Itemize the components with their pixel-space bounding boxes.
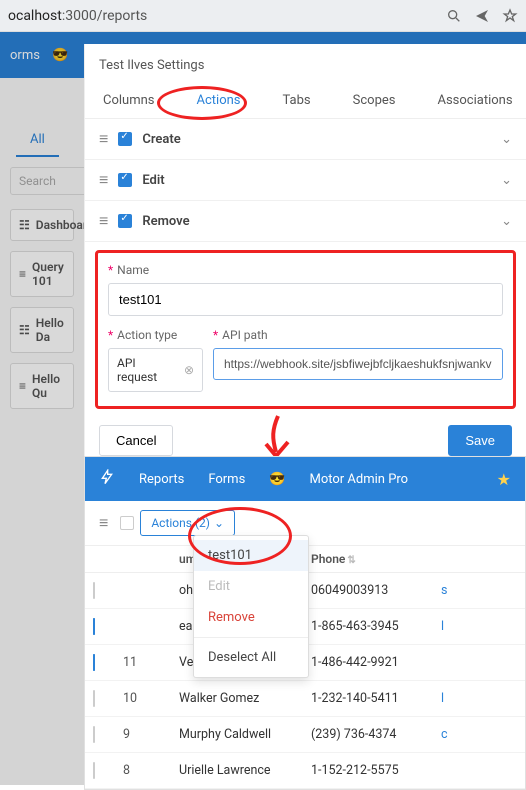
action-edit-row[interactable]: ≡ Edit ⌄ [85,160,526,201]
row-id: 11 [123,655,179,670]
clear-icon[interactable]: ⊗ [184,363,194,377]
checkbox-create[interactable] [118,132,132,146]
row-id: 9 [123,727,179,742]
row-checkbox[interactable] [93,690,95,707]
tab-tabs[interactable]: Tabs [279,83,315,118]
star-icon[interactable] [502,8,518,24]
name-label: *Name [108,263,503,277]
send-icon[interactable] [474,8,490,24]
star-filled-icon[interactable]: ★ [497,470,511,489]
row-checkbox[interactable] [93,762,95,779]
save-button[interactable]: Save [448,425,512,456]
nav-forms[interactable]: Forms [208,472,245,487]
table-row[interactable]: 10Walker Gomez1-232-140-5411l [85,681,525,717]
action-type-select[interactable]: API request ⊗ [108,348,203,392]
checkbox-edit[interactable] [118,173,132,187]
row-checkbox[interactable] [93,618,95,635]
url-host: ocalhost [8,8,62,24]
row-name: Walker Gomez [179,691,311,706]
browser-url-bar: ocalhost:3000/reports [0,0,526,32]
row-phone: 1-152-212-5575 [311,763,441,778]
drag-icon[interactable]: ≡ [99,170,108,190]
zoom-icon[interactable] [446,8,462,24]
name-input[interactable] [108,283,503,316]
tab-associations[interactable]: Associations [433,83,516,118]
row-id: 10 [123,691,179,706]
drag-icon[interactable]: ≡ [99,129,108,149]
select-all-checkbox[interactable] [120,516,134,530]
row-phone: 1-865-463-3945 [311,619,441,634]
chevron-down-icon[interactable]: ⌄ [501,132,512,147]
cancel-button[interactable]: Cancel [99,425,173,456]
row-name: Urielle Lawrence [179,763,311,778]
api-path-input[interactable] [213,348,503,380]
result-page: Reports Forms 😎 Motor Admin Pro ★ ≡ Acti… [84,456,526,790]
row-id: 8 [123,763,179,778]
nav-pro[interactable]: Motor Admin Pro [309,472,408,487]
nav-reports[interactable]: Reports [139,472,184,487]
topnav: Reports Forms 😎 Motor Admin Pro ★ [85,457,525,501]
drag-icon[interactable]: ≡ [99,211,108,231]
checkbox-remove[interactable] [118,214,132,228]
hamburger-icon[interactable]: ≡ [93,509,114,537]
row-checkbox[interactable] [93,582,95,599]
action-form: *Name *Action type API request ⊗ *API pa… [95,250,516,409]
table-row[interactable]: 8Urielle Lawrence1-152-212-5575 [85,753,525,789]
dropdown-item-remove[interactable]: Remove [194,602,308,633]
row-name: Murphy Caldwell [179,727,311,742]
tab-columns[interactable]: Columns [99,83,159,118]
tab-actions[interactable]: Actions [193,83,245,118]
bolt-icon[interactable] [99,469,115,489]
actions-dropdown-menu: test101 Edit Remove Deselect All [193,535,309,678]
sort-icon[interactable]: ⇅ [347,555,355,566]
modal-title: Test Ilves Settings [85,44,526,83]
table-row[interactable]: 9Murphy Caldwell(239) 736-4374c [85,717,525,753]
chevron-down-icon[interactable]: ⌄ [501,173,512,188]
action-remove-row[interactable]: ≡ Remove ⌄ [85,201,526,242]
dropdown-item-test101[interactable]: test101 [194,540,308,571]
row-phone: 1-232-140-5411 [311,691,441,706]
action-create-row[interactable]: ≡ Create ⌄ [85,119,526,160]
row-link[interactable]: s [441,583,517,598]
action-type-label: *Action type [108,328,203,342]
row-phone: (239) 736-4374 [311,727,441,742]
actions-dropdown-button[interactable]: Actions (2)⌄ [140,510,235,536]
row-link[interactable]: c [441,727,517,742]
chevron-down-icon: ⌄ [214,516,224,530]
emoji-icon: 😎 [269,472,285,487]
settings-modal: Test Ilves Settings Columns Actions Tabs… [84,44,526,474]
table-toolbar: ≡ Actions (2)⌄ test101 Edit Remove Desel… [85,501,525,545]
url-text[interactable]: ocalhost:3000/reports [8,8,434,24]
row-link[interactable]: l [441,691,517,706]
modal-tabs: Columns Actions Tabs Scopes Associations [85,83,526,119]
api-path-label: *API path [213,328,503,342]
row-link[interactable]: l [441,619,517,634]
row-phone: 06049003913 [311,583,441,598]
dropdown-item-deselect-all[interactable]: Deselect All [194,642,308,673]
row-checkbox[interactable] [93,654,95,671]
row-checkbox[interactable] [93,726,95,743]
dropdown-item-edit[interactable]: Edit [194,571,308,602]
chevron-down-icon[interactable]: ⌄ [501,214,512,229]
tab-scopes[interactable]: Scopes [349,83,400,118]
row-phone: 1-486-442-9921 [311,655,441,670]
